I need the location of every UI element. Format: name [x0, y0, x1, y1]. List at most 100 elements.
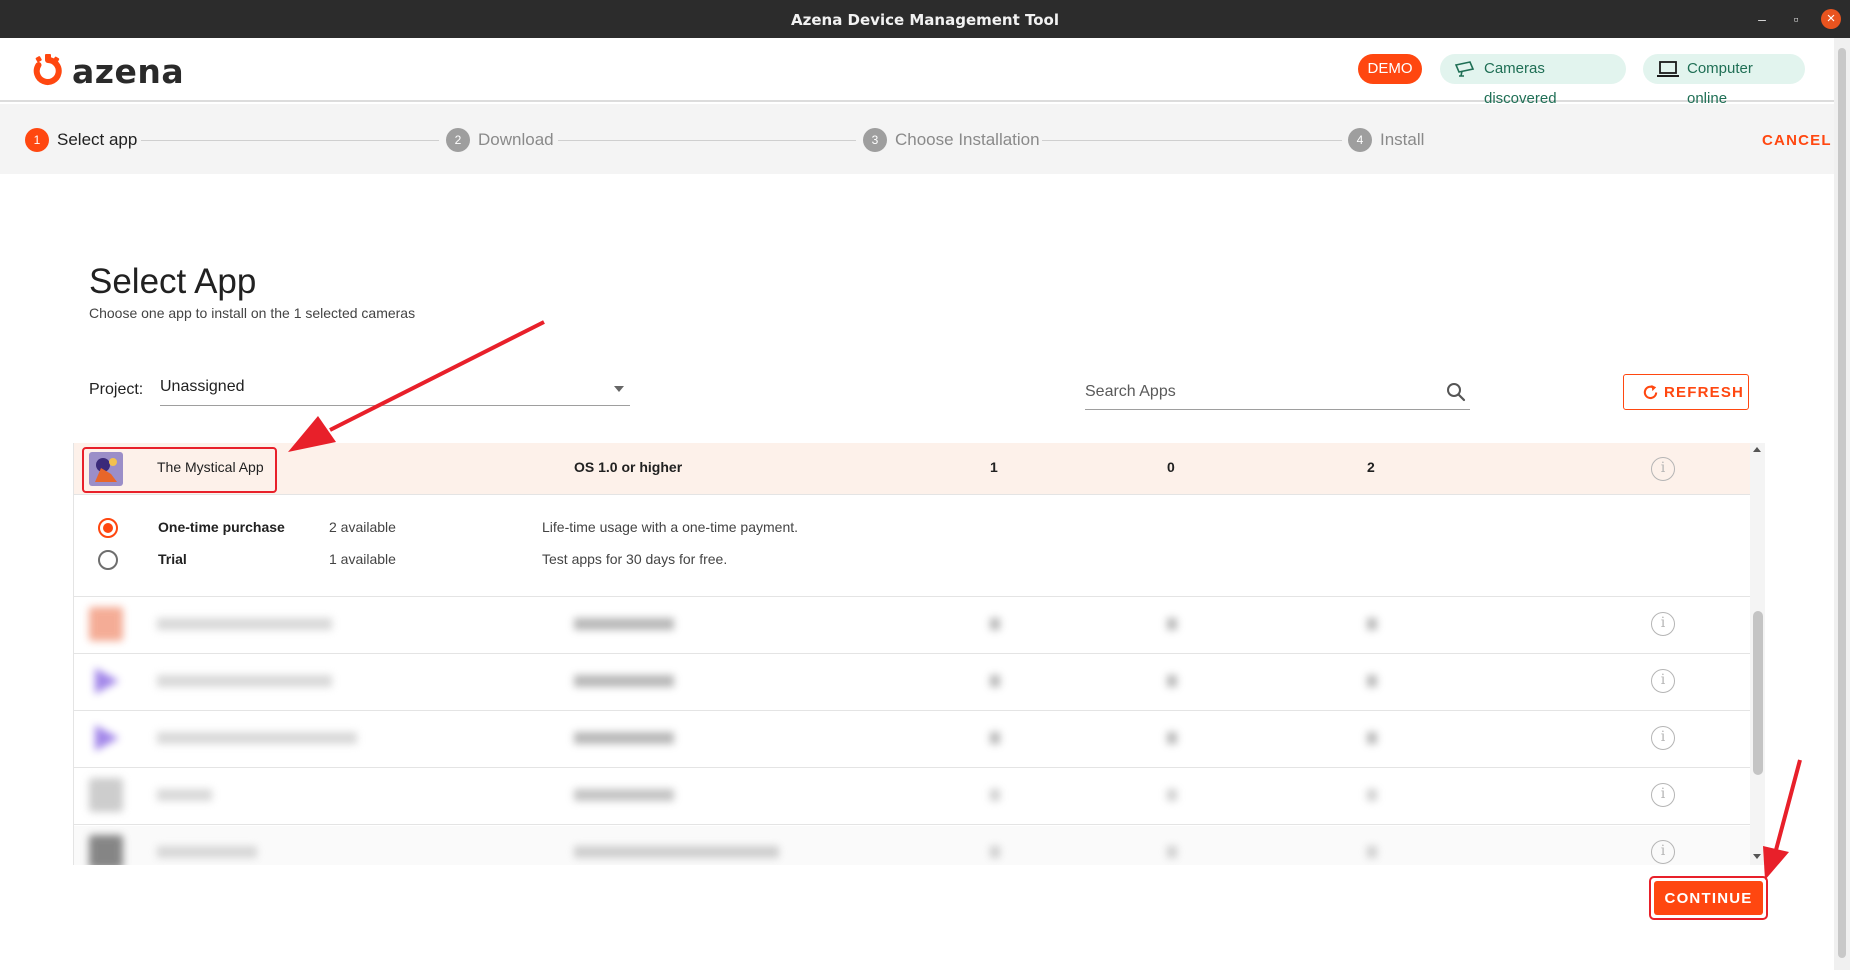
step-connector: [141, 140, 439, 141]
radio-one-time[interactable]: [98, 518, 118, 538]
page-title: Select App: [89, 262, 257, 301]
app-name: The Mystical App: [157, 459, 264, 475]
blurred-text: [990, 732, 1000, 744]
info-icon[interactable]: i: [1651, 840, 1675, 864]
project-select[interactable]: Unassigned: [160, 370, 630, 406]
info-icon[interactable]: i: [1651, 669, 1675, 693]
step-connector: [1042, 140, 1342, 141]
step-label: Download: [478, 130, 554, 149]
computer-status-label: Computer online: [1687, 60, 1753, 107]
refresh-label: REFRESH: [1664, 384, 1745, 401]
page-scrollbar[interactable]: [1834, 38, 1850, 970]
license-description: Life-time usage with a one-time payment.: [542, 519, 799, 535]
chevron-down-icon: [614, 386, 624, 392]
table-row[interactable]: i: [74, 712, 1750, 768]
blurred-text: [1367, 789, 1377, 801]
license-description: Test apps for 30 days for free.: [542, 551, 728, 567]
apps-table: The Mystical App OS 1.0 or higher 1 0 2 …: [73, 443, 1765, 865]
search-input[interactable]: [1085, 378, 1425, 406]
blurred-text: [1167, 618, 1177, 630]
scrollbar-thumb[interactable]: [1753, 611, 1763, 775]
refresh-button[interactable]: REFRESH: [1623, 374, 1749, 410]
camera-icon: [1454, 61, 1475, 77]
blurred-text: [574, 675, 674, 687]
app-icon: [89, 835, 123, 865]
info-icon[interactable]: i: [1651, 457, 1675, 481]
table-row-selected[interactable]: The Mystical App OS 1.0 or higher 1 0 2 …: [74, 443, 1750, 495]
window-title: Azena Device Management Tool: [791, 11, 1059, 29]
info-icon[interactable]: i: [1651, 612, 1675, 636]
blurred-text: [157, 675, 332, 687]
blurred-text: [574, 732, 674, 744]
step-label: Install: [1380, 130, 1425, 149]
license-options: One-time purchase 2 available Life-time …: [74, 496, 1750, 597]
blurred-text: [157, 618, 332, 630]
close-icon[interactable]: ×: [1821, 9, 1841, 29]
cameras-status-label: Cameras discovered: [1484, 60, 1557, 107]
step-number: 4: [1348, 128, 1372, 152]
license-option-one-time[interactable]: One-time purchase 2 available Life-time …: [74, 512, 1750, 542]
step-number: 2: [446, 128, 470, 152]
blurred-text: [990, 618, 1000, 630]
info-icon[interactable]: i: [1651, 783, 1675, 807]
app-icon: [95, 668, 119, 694]
step-connector: [558, 140, 856, 141]
blurred-text: [990, 675, 1000, 687]
blurred-text: [157, 789, 212, 801]
computer-status-pill: Computer online: [1643, 54, 1805, 107]
table-row[interactable]: i: [74, 655, 1750, 711]
app-col-2: 0: [1167, 459, 1175, 475]
step-number: 1: [25, 128, 49, 152]
app-icon: [95, 725, 119, 751]
project-select-value: Unassigned: [160, 378, 245, 395]
step-number: 3: [863, 128, 887, 152]
maximize-icon[interactable]: ▫: [1786, 9, 1806, 29]
app-icon: [89, 778, 123, 812]
blurred-text: [1367, 732, 1377, 744]
window-titlebar: Azena Device Management Tool – ▫ ×: [0, 0, 1850, 38]
blurred-text: [1167, 789, 1177, 801]
logo-text: azena: [72, 52, 185, 91]
license-type: Trial: [158, 551, 187, 567]
blurred-text: [1367, 846, 1377, 858]
arrow-to-continue: [1774, 759, 1802, 851]
radio-trial[interactable]: [98, 550, 118, 570]
blurred-text: [1167, 675, 1177, 687]
step-label: Select app: [57, 130, 138, 149]
demo-badge: DEMO: [1358, 54, 1422, 84]
app-col-1: 1: [990, 459, 998, 475]
blurred-text: [990, 789, 1000, 801]
license-available: 2 available: [329, 519, 396, 535]
continue-button[interactable]: CONTINUE: [1654, 881, 1763, 915]
info-icon[interactable]: i: [1651, 726, 1675, 750]
page-scrollbar-thumb[interactable]: [1838, 48, 1846, 958]
license-type: One-time purchase: [158, 519, 285, 535]
table-row[interactable]: i: [74, 769, 1750, 825]
search-icon[interactable]: [1446, 382, 1466, 402]
cancel-button[interactable]: CANCEL: [1762, 132, 1832, 149]
project-label: Project:: [89, 381, 144, 398]
blurred-text: [157, 846, 257, 858]
arrow-to-continue-head: [1763, 846, 1789, 880]
license-available: 1 available: [329, 551, 396, 567]
blurred-text: [574, 789, 674, 801]
blurred-text: [990, 846, 1000, 858]
search-apps-field: [1085, 374, 1470, 410]
minimize-icon[interactable]: –: [1752, 9, 1772, 29]
step-label: Choose Installation: [895, 130, 1040, 149]
blurred-text: [1167, 732, 1177, 744]
blurred-text: [1167, 846, 1177, 858]
blurred-text: [157, 732, 357, 744]
blurred-text: [1367, 618, 1377, 630]
page-subtitle: Choose one app to install on the 1 selec…: [89, 305, 416, 321]
scroll-up-icon[interactable]: [1753, 447, 1761, 452]
license-option-trial[interactable]: Trial 1 available Test apps for 30 days …: [74, 544, 1750, 574]
refresh-icon: [1643, 384, 1658, 400]
app-os-requirement: OS 1.0 or higher: [574, 459, 683, 475]
table-scrollbar[interactable]: [1750, 443, 1765, 865]
cameras-status-pill: Cameras discovered: [1440, 54, 1626, 107]
table-row[interactable]: i: [74, 598, 1750, 654]
table-row[interactable]: i: [74, 826, 1750, 865]
annotation-continue-box: CONTINUE: [1649, 876, 1768, 920]
scroll-down-icon[interactable]: [1753, 854, 1761, 859]
